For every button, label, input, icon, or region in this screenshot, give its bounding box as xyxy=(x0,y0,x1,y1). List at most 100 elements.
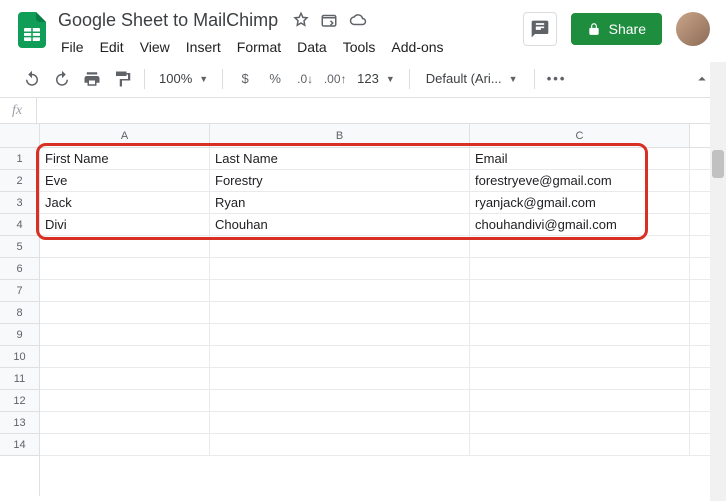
cell[interactable] xyxy=(210,368,470,390)
cell[interactable] xyxy=(40,236,210,258)
row-header[interactable]: 3 xyxy=(0,192,39,214)
spreadsheet-grid[interactable]: 1234567891011121314 First NameLast NameE… xyxy=(0,124,726,496)
cell[interactable]: Jack xyxy=(40,192,210,214)
cell[interactable]: chouhandivi@gmail.com xyxy=(470,214,690,236)
redo-button[interactable] xyxy=(48,65,76,93)
cell[interactable]: Chouhan xyxy=(210,214,470,236)
number-format-select[interactable]: 123▼ xyxy=(351,71,401,86)
cell[interactable] xyxy=(40,434,210,456)
menu-file[interactable]: File xyxy=(54,35,91,59)
cell[interactable] xyxy=(210,280,470,302)
paint-format-button[interactable] xyxy=(108,65,136,93)
star-icon[interactable] xyxy=(292,11,310,29)
header: Google Sheet to MailChimp FileEditViewIn… xyxy=(0,0,726,60)
scrollbar-thumb[interactable] xyxy=(712,150,724,178)
format-percent-button[interactable]: % xyxy=(261,65,289,93)
row-header[interactable]: 8 xyxy=(0,302,39,324)
row-header[interactable]: 12 xyxy=(0,390,39,412)
row-header[interactable]: 1 xyxy=(0,148,39,170)
column-header[interactable]: B xyxy=(210,124,470,148)
cell[interactable] xyxy=(40,302,210,324)
account-avatar[interactable] xyxy=(676,12,710,46)
app-logo[interactable] xyxy=(10,6,54,48)
cell[interactable] xyxy=(470,258,690,280)
row-header[interactable]: 5 xyxy=(0,236,39,258)
cell[interactable] xyxy=(40,368,210,390)
column-header[interactable]: C xyxy=(470,124,690,148)
format-currency-button[interactable]: $ xyxy=(231,65,259,93)
cell[interactable] xyxy=(210,434,470,456)
cell[interactable] xyxy=(210,236,470,258)
cell[interactable] xyxy=(210,258,470,280)
font-select[interactable]: Default (Ari...▼ xyxy=(418,71,526,86)
print-button[interactable] xyxy=(78,65,106,93)
vertical-scrollbar[interactable] xyxy=(710,62,726,501)
share-label: Share xyxy=(609,21,646,37)
cell[interactable] xyxy=(40,346,210,368)
cell[interactable] xyxy=(210,390,470,412)
lock-icon xyxy=(587,22,601,36)
chevron-down-icon: ▼ xyxy=(509,74,518,84)
row-header[interactable]: 2 xyxy=(0,170,39,192)
select-all-corner[interactable] xyxy=(0,124,40,148)
share-button[interactable]: Share xyxy=(571,13,662,45)
menu-format[interactable]: Format xyxy=(230,35,288,59)
cell[interactable]: ryanjack@gmail.com xyxy=(470,192,690,214)
row-header[interactable]: 6 xyxy=(0,258,39,280)
toolbar: 100%▼ $ % .0↓ .00↑ 123▼ Default (Ari...▼… xyxy=(0,60,726,98)
menu-edit[interactable]: Edit xyxy=(93,35,131,59)
cell[interactable] xyxy=(470,434,690,456)
row-header[interactable]: 11 xyxy=(0,368,39,390)
cell[interactable] xyxy=(40,258,210,280)
formula-bar: fx xyxy=(0,98,726,124)
row-header[interactable]: 4 xyxy=(0,214,39,236)
formula-input[interactable] xyxy=(37,98,726,123)
row-header[interactable]: 14 xyxy=(0,434,39,456)
cell[interactable]: Divi xyxy=(40,214,210,236)
cell[interactable] xyxy=(470,390,690,412)
column-header[interactable]: A xyxy=(40,124,210,148)
comments-button[interactable] xyxy=(523,12,557,46)
decrease-decimal-button[interactable]: .0↓ xyxy=(291,65,319,93)
cell[interactable] xyxy=(470,302,690,324)
cell[interactable] xyxy=(470,280,690,302)
menu-bar: FileEditViewInsertFormatDataToolsAdd-ons xyxy=(54,34,523,60)
cell[interactable]: Last Name xyxy=(210,148,470,170)
row-header[interactable]: 13 xyxy=(0,412,39,434)
cell[interactable] xyxy=(210,324,470,346)
cell[interactable] xyxy=(210,412,470,434)
cloud-status-icon[interactable] xyxy=(348,11,368,29)
cell[interactable] xyxy=(470,324,690,346)
cell[interactable] xyxy=(210,302,470,324)
fx-label: fx xyxy=(12,103,36,119)
menu-tools[interactable]: Tools xyxy=(336,35,383,59)
cell[interactable]: First Name xyxy=(40,148,210,170)
menu-data[interactable]: Data xyxy=(290,35,334,59)
menu-insert[interactable]: Insert xyxy=(179,35,228,59)
increase-decimal-button[interactable]: .00↑ xyxy=(321,65,349,93)
move-icon[interactable] xyxy=(320,11,338,29)
zoom-select[interactable]: 100%▼ xyxy=(153,71,214,86)
cell[interactable]: Email xyxy=(470,148,690,170)
cell[interactable]: Ryan xyxy=(210,192,470,214)
row-header[interactable]: 10 xyxy=(0,346,39,368)
cell[interactable] xyxy=(470,236,690,258)
row-header[interactable]: 9 xyxy=(0,324,39,346)
cell[interactable]: forestryeve@gmail.com xyxy=(470,170,690,192)
more-tools-button[interactable]: ••• xyxy=(543,65,571,93)
cell[interactable] xyxy=(210,346,470,368)
row-header[interactable]: 7 xyxy=(0,280,39,302)
cell[interactable]: Forestry xyxy=(210,170,470,192)
menu-add-ons[interactable]: Add-ons xyxy=(384,35,450,59)
cell[interactable] xyxy=(40,412,210,434)
cell[interactable] xyxy=(470,412,690,434)
document-title[interactable]: Google Sheet to MailChimp xyxy=(54,9,282,32)
cell[interactable] xyxy=(40,324,210,346)
cell[interactable] xyxy=(40,390,210,412)
cell[interactable] xyxy=(470,368,690,390)
cell[interactable] xyxy=(40,280,210,302)
cell[interactable]: Eve xyxy=(40,170,210,192)
menu-view[interactable]: View xyxy=(133,35,177,59)
cell[interactable] xyxy=(470,346,690,368)
undo-button[interactable] xyxy=(18,65,46,93)
